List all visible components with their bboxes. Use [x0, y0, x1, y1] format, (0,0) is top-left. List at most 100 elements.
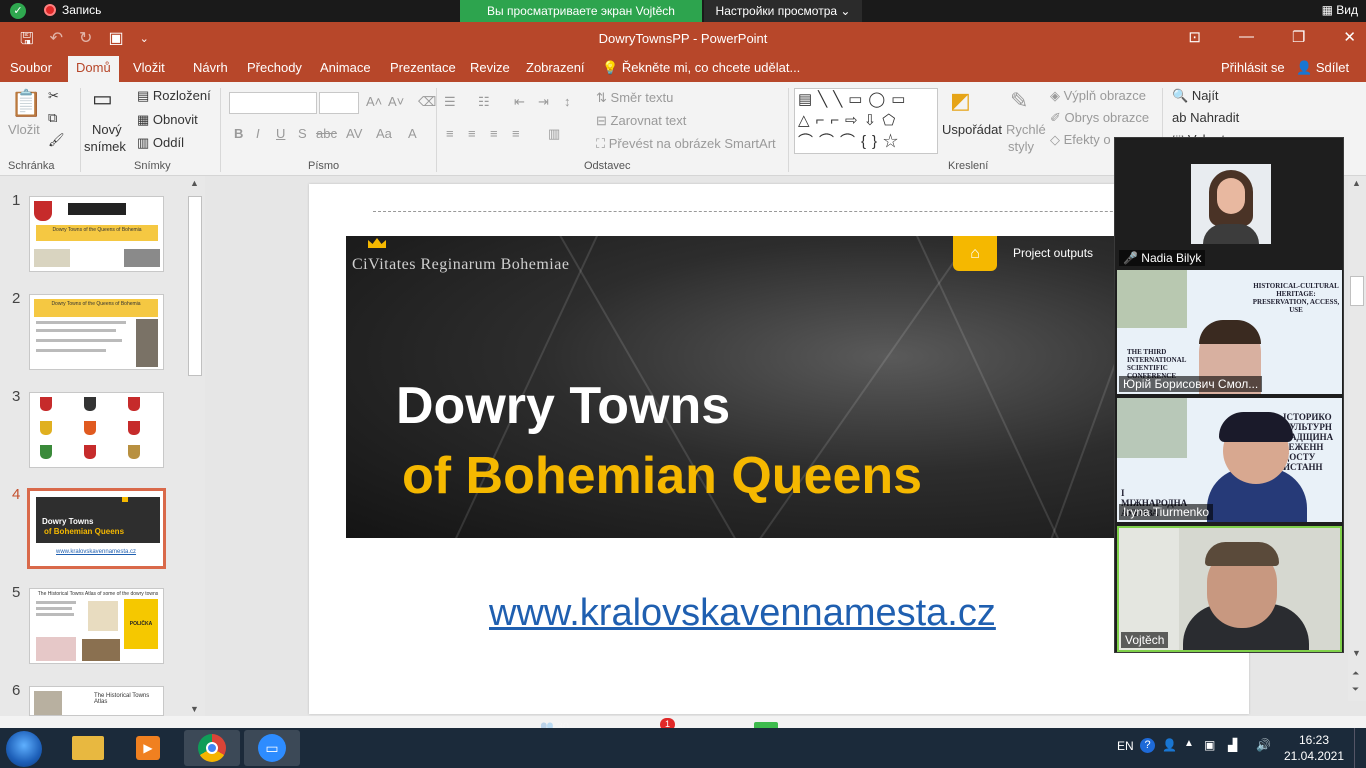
taskbar-chrome[interactable]: [184, 730, 240, 766]
shape-effects-button[interactable]: ◇ Efekty o: [1050, 132, 1111, 148]
video-tile-nadia[interactable]: 🎤 Nadia Bilyk: [1117, 140, 1342, 268]
change-case-icon[interactable]: Aa: [376, 126, 392, 141]
share-button[interactable]: 👤 Sdílet: [1296, 60, 1349, 76]
scroll-down-icon[interactable]: ▼: [1352, 648, 1361, 658]
columns-icon[interactable]: ▥: [548, 126, 560, 142]
tab-review[interactable]: Revize: [470, 60, 510, 75]
show-hidden-icons[interactable]: ▲: [1184, 738, 1194, 749]
show-desktop-button[interactable]: [1354, 728, 1366, 768]
current-slide[interactable]: CiVitates Reginarum Bohemiae ⌂ Project o…: [309, 184, 1249, 714]
reset-button[interactable]: ▦ Obnovit: [137, 112, 198, 128]
shape-outline-button[interactable]: ✐ Obrys obrazce: [1050, 110, 1149, 126]
find-button[interactable]: 🔍 Najít: [1172, 88, 1219, 104]
scroll-thumb[interactable]: [1350, 276, 1364, 306]
numbering-icon[interactable]: ☷: [478, 94, 490, 110]
scroll-thumb[interactable]: [188, 196, 202, 376]
char-spacing-icon[interactable]: AV: [346, 126, 362, 141]
previous-slide-icon[interactable]: ⏶: [1352, 668, 1359, 679]
tab-insert[interactable]: Vložit: [133, 60, 165, 75]
video-tile-iryna[interactable]: ІСТОРИКО КУЛЬТУРН ПАДЩИНА РЕЖЕНН ДОСТУ И…: [1117, 398, 1342, 522]
user-icon[interactable]: 👤: [1162, 738, 1177, 752]
tab-home[interactable]: Domů: [68, 56, 119, 82]
slide-thumb-5[interactable]: The Historical Towns Atlas of some of th…: [29, 588, 164, 664]
font-name-field[interactable]: [229, 92, 317, 114]
format-painter-icon[interactable]: 🖌: [48, 132, 65, 148]
align-center-icon[interactable]: ≡: [468, 126, 476, 141]
tab-slideshow[interactable]: Prezentace: [390, 60, 456, 75]
align-text-button[interactable]: ⊟ Zarovnat text: [596, 113, 686, 129]
tab-view[interactable]: Zobrazení: [526, 60, 585, 75]
align-left-icon[interactable]: ≡: [446, 126, 454, 141]
taskbar-media[interactable]: ▶: [120, 730, 176, 766]
main-scrollbar[interactable]: ▲ ▼ ⏶ ⏷: [1348, 176, 1366, 701]
paste-button[interactable]: Vložit: [8, 122, 40, 137]
align-right-icon[interactable]: ≡: [490, 126, 498, 141]
underline-icon[interactable]: U: [276, 126, 285, 141]
view-options-menu[interactable]: Настройки просмотра ⌄: [704, 0, 862, 22]
video-tile-yuriy[interactable]: HISTORICAL-CULTURAL HERITAGE: PRESERVATI…: [1117, 270, 1342, 394]
quick-styles-label-1[interactable]: Rychlé: [1006, 122, 1046, 137]
network-icon[interactable]: ▟: [1228, 738, 1237, 752]
tell-me-box[interactable]: 💡 Řekněte mi, co chcete udělat...: [602, 60, 800, 76]
new-slide-label-2[interactable]: snímek: [84, 139, 126, 154]
security-shield-icon[interactable]: ✓: [10, 3, 26, 19]
slide-thumb-4[interactable]: Dowry Towns of Bohemian Queens www.kralo…: [27, 488, 166, 569]
shape-fill-button[interactable]: ◈ Výplň obrazce: [1050, 88, 1146, 104]
slide-thumb-3[interactable]: [29, 392, 164, 468]
scroll-up-icon[interactable]: ▲: [190, 178, 199, 188]
device-icon[interactable]: ▣: [1204, 738, 1215, 752]
scroll-down-icon[interactable]: ▼: [190, 704, 199, 714]
volume-icon[interactable]: 🔊: [1256, 738, 1271, 752]
replace-button[interactable]: ab Nahradit: [1172, 110, 1239, 125]
system-clock[interactable]: 16:23 21.04.2021: [1282, 732, 1346, 764]
tab-transitions[interactable]: Přechody: [247, 60, 302, 75]
taskbar-explorer[interactable]: [60, 730, 116, 766]
section-button[interactable]: ▥ Oddíl: [137, 135, 184, 151]
ribbon-display-icon[interactable]: ⊡: [1188, 28, 1201, 46]
layout-button[interactable]: ▤ Rozložení: [137, 88, 211, 104]
minimize-icon[interactable]: —: [1239, 28, 1254, 46]
quick-styles-label-2[interactable]: styly: [1008, 139, 1034, 154]
quick-styles-icon[interactable]: ✎: [1010, 88, 1028, 114]
scroll-up-icon[interactable]: ▲: [1352, 178, 1361, 188]
thumbnail-scrollbar[interactable]: ▲ ▼: [186, 176, 204, 716]
recording-indicator[interactable]: Запись: [44, 3, 101, 17]
sign-in-link[interactable]: Přihlásit se: [1221, 60, 1285, 75]
next-slide-icon[interactable]: ⏷: [1352, 684, 1359, 695]
font-size-field[interactable]: [319, 92, 359, 114]
language-indicator[interactable]: EN: [1117, 739, 1134, 753]
tab-animations[interactable]: Animace: [320, 60, 371, 75]
shapes-gallery[interactable]: ▤╲╲▭◯▭ △⌐⌐⇨⇩⬠ ⌒⌒⌒{}☆: [794, 88, 938, 154]
new-slide-label-1[interactable]: Nový: [92, 122, 122, 137]
text-direction-button[interactable]: ⇅ Směr textu: [596, 90, 673, 106]
slide-thumb-1[interactable]: Dowry Towns of the Queens of Bohemia: [29, 196, 164, 272]
tab-design[interactable]: Návrh: [193, 60, 228, 75]
new-slide-icon[interactable]: ▭: [92, 86, 113, 112]
paste-icon[interactable]: 📋: [10, 88, 42, 119]
copy-icon[interactable]: ⧉: [48, 110, 57, 126]
justify-icon[interactable]: ≡: [512, 126, 520, 141]
strikethrough-icon[interactable]: abc: [316, 126, 337, 141]
clear-format-icon[interactable]: ⌫: [418, 94, 436, 110]
bold-icon[interactable]: B: [234, 126, 243, 141]
arrange-icon[interactable]: ◩: [950, 88, 971, 114]
restore-icon[interactable]: ❐: [1292, 28, 1305, 46]
bullets-icon[interactable]: ☰: [444, 94, 456, 110]
increase-indent-icon[interactable]: ⇥: [538, 94, 549, 110]
shrink-font-icon[interactable]: A˅: [388, 94, 404, 109]
slide-thumb-6[interactable]: The Historical Towns Atlas: [29, 686, 164, 716]
decrease-indent-icon[interactable]: ⇤: [514, 94, 525, 110]
video-tile-vojtech[interactable]: Vojtěch: [1117, 526, 1342, 652]
start-button[interactable]: [6, 731, 42, 767]
taskbar-zoom[interactable]: ▭: [244, 730, 300, 766]
arrange-button[interactable]: Uspořádat: [942, 122, 1002, 137]
font-color-icon[interactable]: A: [408, 126, 417, 141]
line-spacing-icon[interactable]: ↕: [564, 94, 571, 109]
shadow-icon[interactable]: S: [298, 126, 307, 141]
slide-url-link[interactable]: www.kralovskavennamesta.cz: [489, 592, 996, 635]
grow-font-icon[interactable]: A˄: [366, 94, 382, 109]
tab-file[interactable]: Soubor: [10, 60, 52, 75]
italic-icon[interactable]: I: [256, 126, 260, 141]
close-icon[interactable]: ✕: [1343, 28, 1356, 46]
help-icon[interactable]: ?: [1140, 738, 1155, 753]
